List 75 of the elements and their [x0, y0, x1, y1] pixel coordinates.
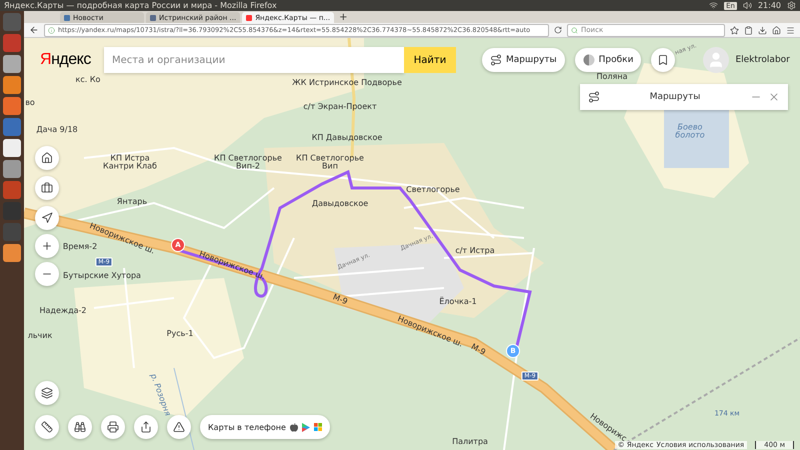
- place-label: Русь-1: [166, 330, 194, 338]
- place-label: с/т Экран-Проект: [303, 102, 377, 112]
- user-name[interactable]: Elektrolabor: [735, 55, 790, 65]
- launcher-icon[interactable]: [3, 76, 21, 94]
- download-icon: [758, 26, 767, 34]
- place-label: Дача 9/18: [36, 126, 78, 134]
- routes-button[interactable]: Маршруты: [482, 48, 565, 72]
- volume-icon: [742, 1, 752, 10]
- search-icon: [571, 26, 578, 34]
- launcher-icon[interactable]: [3, 139, 21, 157]
- logo[interactable]: Яндекс: [40, 51, 100, 69]
- launcher-icon[interactable]: [3, 160, 21, 178]
- place-label: Бутырские Хутора: [63, 272, 141, 280]
- place-label: Поляна: [596, 72, 628, 82]
- place-label: с/т Истра: [455, 246, 495, 256]
- bookmark-icon: [657, 54, 670, 66]
- place-label: КП Давыдовское: [312, 134, 382, 142]
- place-label: Давыдовское: [312, 200, 368, 208]
- play-store-icon: [302, 422, 310, 432]
- navigation-icon: [41, 212, 53, 224]
- launcher-icon[interactable]: [3, 97, 21, 115]
- place-label: КП Светлогорье Вип: [295, 154, 365, 172]
- water-label: Боево болото: [674, 124, 706, 140]
- new-tab-button[interactable]: +: [336, 12, 350, 23]
- wifi-icon: [709, 1, 718, 10]
- windows-icon: [314, 423, 322, 431]
- apple-icon: [290, 422, 298, 432]
- launcher-icon[interactable]: [3, 55, 21, 73]
- place-label: Ёлочка-1: [439, 298, 477, 306]
- favicon-icon: [150, 14, 156, 20]
- route-icon: [588, 91, 600, 103]
- menu-icon: [786, 26, 795, 34]
- launcher-icon[interactable]: [3, 118, 21, 136]
- road-label: М-9: [332, 293, 348, 307]
- info-icon: [48, 26, 55, 34]
- briefcase-icon: [41, 182, 53, 194]
- share-icon: [140, 421, 152, 433]
- road-label: М-9: [469, 342, 487, 358]
- traffic-icon: [582, 54, 595, 66]
- place-label: Палитра: [452, 438, 488, 446]
- place-label: КП Светлогорье Вип-2: [213, 154, 283, 172]
- favicon-icon: [64, 14, 70, 20]
- place-label: Янтарь: [116, 198, 148, 206]
- window-title: Яндекс.Карты — подробная карта России и мира - Mozilla Firefox: [4, 1, 278, 10]
- place-label: Надежда-2: [40, 306, 86, 316]
- launcher-icon[interactable]: [3, 34, 21, 52]
- place-label: Светлогорье: [406, 186, 460, 194]
- reload-icon: [554, 26, 562, 34]
- launcher-icon[interactable]: [3, 244, 21, 262]
- printer-icon: [107, 421, 119, 433]
- search-button[interactable]: Найти: [404, 47, 456, 73]
- star-icon: [730, 26, 739, 34]
- mobile-app-button[interactable]: Карты в телефоне: [200, 415, 330, 439]
- binoculars-icon: [74, 421, 86, 433]
- route-icon: [490, 54, 502, 66]
- place-label: ЖК Истринское Подворье: [292, 78, 402, 88]
- launcher-icon[interactable]: [3, 181, 21, 199]
- close-icon: [768, 91, 780, 103]
- layers-icon: [41, 387, 53, 399]
- warning-icon: [173, 421, 185, 433]
- clipboard-icon: [744, 26, 753, 34]
- back-icon: [29, 25, 39, 35]
- place-label: кс. Ко: [76, 76, 100, 84]
- favicon-icon: [246, 14, 252, 20]
- search-field[interactable]: Места и организации: [104, 47, 404, 73]
- ruler-icon: [41, 421, 53, 433]
- clock: 21:40: [758, 1, 781, 10]
- traffic-button[interactable]: Пробки: [574, 48, 642, 72]
- place-label: во: [25, 98, 35, 108]
- plus-icon: [41, 240, 53, 252]
- home-icon: [41, 152, 53, 164]
- panel-title: Маршруты: [648, 92, 702, 102]
- home-icon: [772, 26, 781, 34]
- place-label: КП Истра Кантри Клаб: [102, 154, 158, 172]
- place-label: льчик: [28, 332, 52, 340]
